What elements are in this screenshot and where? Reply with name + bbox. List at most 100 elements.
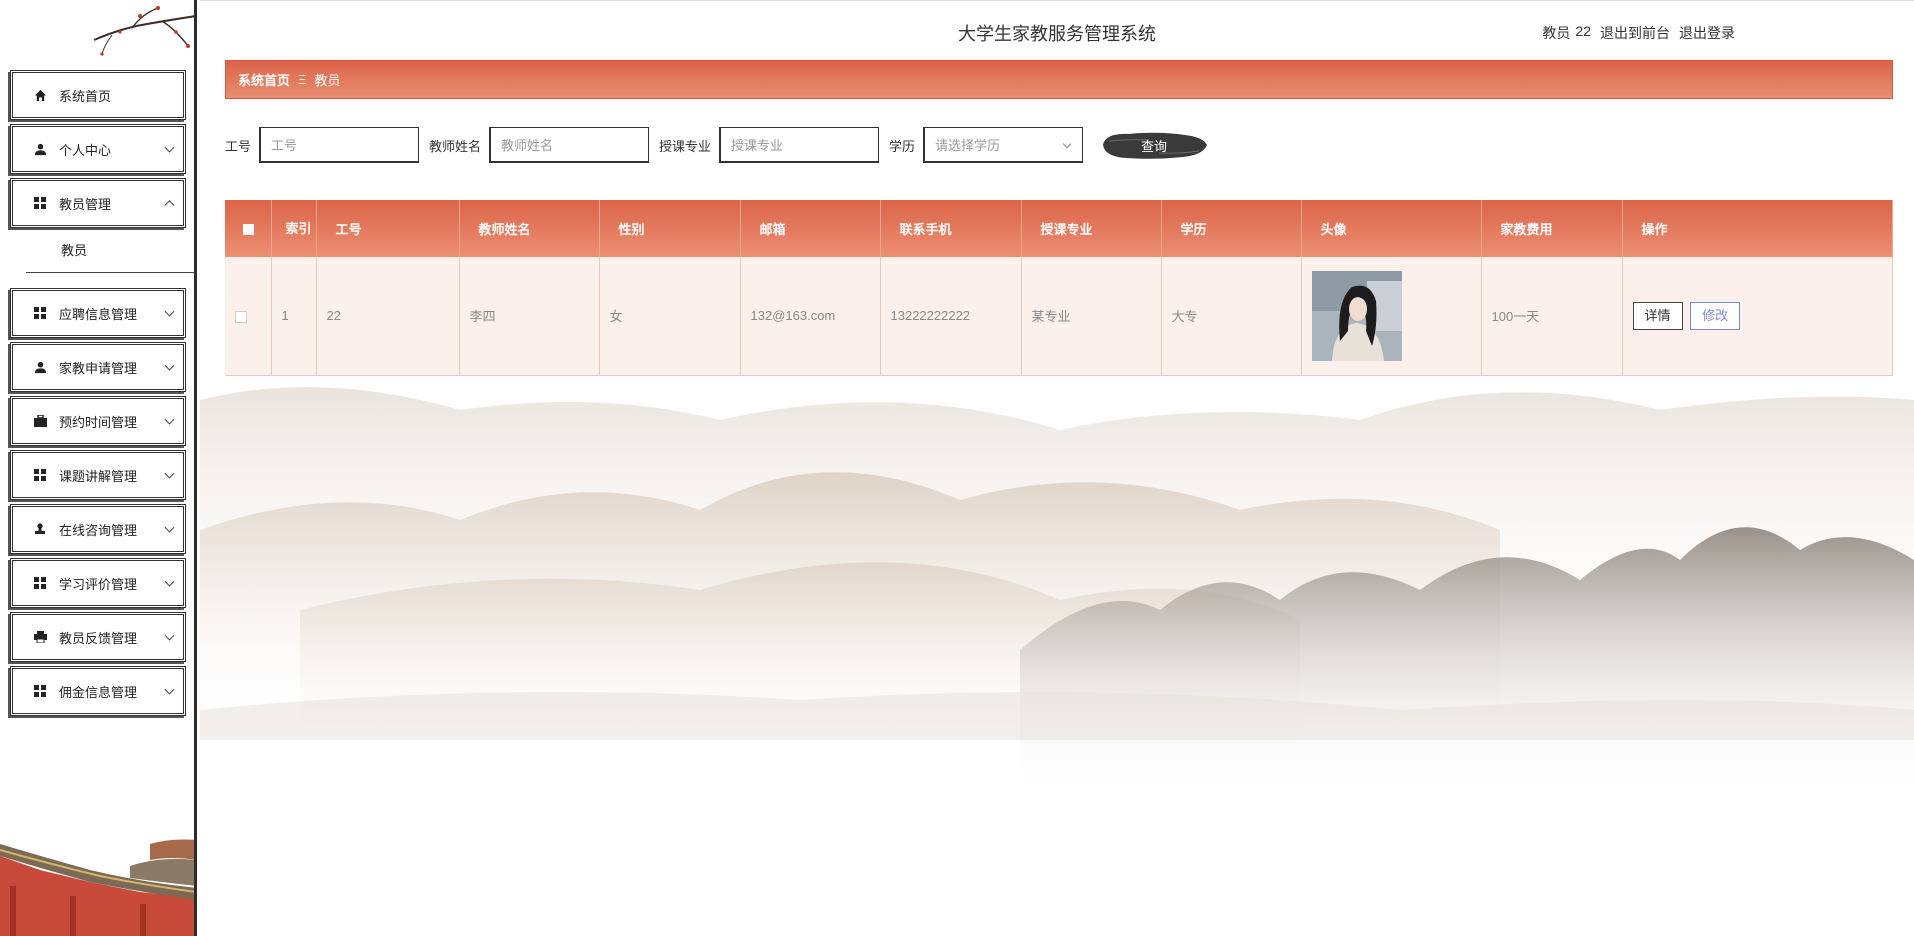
- chevron-down-icon: [164, 630, 175, 641]
- exit-to-frontend-link[interactable]: 退出到前台: [1600, 23, 1670, 43]
- education-label: 学历: [889, 138, 916, 154]
- column-index: 索引: [271, 200, 317, 257]
- chevron-down-icon: [164, 684, 175, 695]
- sidebar-item-label: 家教申请管理: [59, 360, 138, 376]
- sidebar-item-label: 学习评价管理: [59, 576, 138, 592]
- chevron-up-icon: [164, 200, 175, 211]
- cell-email: 132@163.com: [740, 257, 881, 376]
- detail-button[interactable]: 详情: [1632, 301, 1683, 330]
- chevron-down-icon: [164, 468, 175, 479]
- sidebar-item-label: 应聘信息管理: [59, 306, 138, 322]
- sidebar-menu: 系统首页 个人中心 教员管理 教员 应聘信息管理 家教申请管理 预约时间管理 课…: [10, 70, 194, 720]
- education-select-placeholder: 请选择学历: [935, 138, 1001, 153]
- cell-gender: 女: [599, 257, 741, 376]
- job-no-input[interactable]: 工号: [259, 127, 420, 163]
- temple-roof-decoration: [0, 839, 194, 936]
- column-major: 授课专业: [1021, 200, 1162, 257]
- avatar[interactable]: [1311, 270, 1402, 361]
- top-header: 大学生家教服务管理系统 教员 22 退出到前台 退出登录: [200, 0, 1914, 60]
- query-button-label: 查询: [1141, 138, 1168, 154]
- cell-avatar: [1301, 257, 1482, 376]
- sidebar-item-label: 在线咨询管理: [59, 522, 138, 538]
- table-header-row: 索引 工号 教师姓名 性别 邮箱 联系手机 授课专业 学历 头像 家教费用 操作: [225, 200, 1893, 257]
- chevron-down-icon: [1062, 139, 1072, 149]
- row-checkbox[interactable]: [235, 310, 247, 323]
- sidebar-item-label: 教员管理: [59, 196, 112, 212]
- major-label: 授课专业: [659, 138, 712, 154]
- column-avatar: 头像: [1301, 200, 1482, 257]
- stamp-icon: [33, 522, 47, 536]
- chevron-down-icon: [164, 360, 175, 371]
- cell-education: 大专: [1161, 257, 1302, 376]
- breadcrumb-home[interactable]: 系统首页: [238, 70, 290, 89]
- cell-index: 1: [271, 257, 317, 376]
- column-education: 学历: [1161, 200, 1302, 257]
- grid-icon: [33, 306, 47, 320]
- education-select[interactable]: 请选择学历: [923, 127, 1084, 163]
- column-job-no: 工号: [316, 200, 460, 257]
- column-gender: 性别: [599, 200, 741, 257]
- teacher-name-label: 教师姓名: [429, 138, 482, 154]
- column-actions: 操作: [1622, 200, 1893, 257]
- column-fee: 家教费用: [1481, 200, 1623, 257]
- sidebar-item-application[interactable]: 应聘信息管理: [10, 288, 186, 338]
- job-no-label: 工号: [225, 138, 252, 154]
- ink-landscape-background: [200, 387, 1914, 800]
- grid-icon: [33, 684, 47, 698]
- sidebar-item-appointment[interactable]: 预约时间管理: [10, 396, 186, 446]
- grid-icon: [33, 196, 47, 210]
- user-links: 教员 22 退出到前台 退出登录: [1542, 23, 1735, 43]
- cell-actions: 详情 修改: [1622, 257, 1893, 376]
- user-name: 22: [1575, 23, 1591, 39]
- chevron-down-icon: [164, 576, 175, 587]
- sidebar-item-label: 教员反馈管理: [59, 630, 138, 646]
- chevron-down-icon: [164, 306, 175, 317]
- select-all-checkbox[interactable]: [243, 224, 254, 236]
- major-input[interactable]: 授课专业: [719, 127, 880, 163]
- printer-icon: [33, 630, 47, 644]
- select-all-cell: [225, 200, 272, 257]
- table-row: 1 22 李四 女 132@163.com 13222222222 某专业 大专: [225, 257, 1893, 376]
- cell-fee: 100一天: [1481, 257, 1623, 376]
- user-role: 教员: [1542, 25, 1571, 41]
- user-icon: [33, 360, 47, 374]
- logout-link[interactable]: 退出登录: [1679, 23, 1735, 43]
- user-icon: [33, 142, 47, 156]
- sidebar-item-label: 预约时间管理: [59, 414, 138, 430]
- chevron-down-icon: [164, 142, 175, 153]
- divider: [26, 272, 194, 273]
- submenu: 教员: [10, 232, 194, 288]
- breadcrumb-current: 教员: [314, 73, 341, 88]
- chevron-down-icon: [164, 522, 175, 533]
- briefcase-icon: [33, 414, 47, 428]
- sidebar-item-consult[interactable]: 在线咨询管理: [10, 504, 186, 554]
- column-name: 教师姓名: [459, 200, 600, 257]
- sidebar-item-label: 课题讲解管理: [59, 468, 138, 484]
- sidebar: 系统首页 个人中心 教员管理 教员 应聘信息管理 家教申请管理 预约时间管理 课…: [0, 0, 197, 936]
- sidebar-item-commission[interactable]: 佣金信息管理: [10, 666, 186, 716]
- sidebar-item-label: 系统首页: [59, 88, 112, 104]
- sidebar-item-teacher-mgmt[interactable]: 教员管理: [10, 178, 186, 228]
- grid-icon: [33, 576, 47, 590]
- edit-button[interactable]: 修改: [1690, 301, 1741, 330]
- submenu-item-teacher[interactable]: 教员: [61, 240, 87, 259]
- cell-job-no: 22: [316, 257, 460, 376]
- sidebar-item-personal[interactable]: 个人中心: [10, 124, 186, 174]
- chevron-down-icon: [164, 414, 175, 425]
- sidebar-item-evaluation[interactable]: 学习评价管理: [10, 558, 186, 608]
- column-email: 邮箱: [740, 200, 881, 257]
- cell-name: 李四: [459, 257, 600, 376]
- grid-icon: [33, 468, 47, 482]
- sidebar-item-home[interactable]: 系统首页: [10, 70, 186, 120]
- row-select-cell: [225, 257, 272, 376]
- teacher-table: 索引 工号 教师姓名 性别 邮箱 联系手机 授课专业 学历 头像 家教费用 操作…: [225, 200, 1893, 376]
- sidebar-item-tutor-request[interactable]: 家教申请管理: [10, 342, 186, 392]
- teacher-name-input[interactable]: 教师姓名: [489, 127, 650, 163]
- sidebar-item-topic[interactable]: 课题讲解管理: [10, 450, 186, 500]
- sidebar-item-feedback[interactable]: 教员反馈管理: [10, 612, 186, 662]
- breadcrumb-separator: Ξ: [298, 72, 307, 87]
- cell-phone: 13222222222: [880, 257, 1022, 376]
- home-icon: [33, 88, 47, 102]
- query-button[interactable]: 查询: [1099, 127, 1209, 163]
- sidebar-item-label: 个人中心: [59, 142, 112, 158]
